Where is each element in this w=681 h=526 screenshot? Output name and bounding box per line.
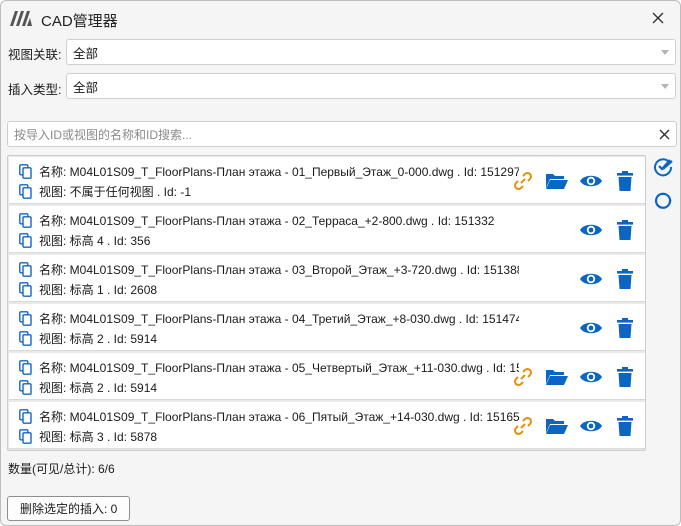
item-view: 视图: 标高 2 . Id: 5914 xyxy=(39,331,158,346)
copy-icon[interactable] xyxy=(19,183,32,199)
clear-search-icon[interactable] xyxy=(657,127,672,142)
eye-icon[interactable] xyxy=(579,415,602,437)
visible-total-count: 数量(可见/总计): 6/6 xyxy=(8,462,115,476)
cad-manager-window: CAD管理器 视图关联: 全部 插入类型: 全部 名称: M04L01S09_T… xyxy=(0,0,681,526)
trash-icon[interactable] xyxy=(615,415,637,437)
item-name: 名称: M04L01S09_T_FloorPlans-План этажа - … xyxy=(39,409,519,424)
item-name-line: 名称: M04L01S09_T_FloorPlans-План этажа - … xyxy=(19,163,519,179)
insert-type-select[interactable]: 全部 xyxy=(66,73,676,99)
item-view: 视图: 标高 1 . Id: 2608 xyxy=(39,282,158,297)
eye-icon[interactable] xyxy=(579,268,602,290)
link-icon[interactable] xyxy=(512,170,534,192)
item-name-line: 名称: M04L01S09_T_FloorPlans-План этажа - … xyxy=(19,212,494,228)
insert-type-value: 全部 xyxy=(73,80,99,95)
title-bar: CAD管理器 xyxy=(1,1,680,35)
copy-icon[interactable] xyxy=(19,359,32,375)
app-logo-icon xyxy=(10,11,32,26)
item-view: 视图: 标高 3 . Id: 5878 xyxy=(39,429,158,444)
insert-type-label: 插入类型: xyxy=(8,83,62,97)
eye-icon[interactable] xyxy=(579,170,602,192)
view-relation-value: 全部 xyxy=(73,46,99,61)
item-view: 视图: 不属于任何视图 . Id: -1 xyxy=(39,184,192,199)
item-name: 名称: M04L01S09_T_FloorPlans-План этажа - … xyxy=(39,360,519,375)
list-item[interactable]: 名称: M04L01S09_T_FloorPlans-План этажа - … xyxy=(9,304,645,351)
refresh-icon[interactable] xyxy=(653,191,673,211)
trash-icon[interactable] xyxy=(615,268,637,290)
open-folder-icon[interactable] xyxy=(545,415,568,437)
view-relation-label: 视图关联: xyxy=(8,48,62,62)
copy-icon[interactable] xyxy=(19,212,32,228)
chevron-down-icon xyxy=(661,50,669,55)
list-item[interactable]: 名称: M04L01S09_T_FloorPlans-План этажа - … xyxy=(9,255,645,302)
copy-icon[interactable] xyxy=(19,281,32,297)
item-name: 名称: M04L01S09_T_FloorPlans-План этажа - … xyxy=(39,311,519,326)
copy-icon[interactable] xyxy=(19,261,32,277)
link-icon[interactable] xyxy=(512,415,534,437)
item-name-line: 名称: M04L01S09_T_FloorPlans-План этажа - … xyxy=(19,408,519,424)
item-view: 视图: 标高 4 . Id: 356 xyxy=(39,233,151,248)
item-view-line: 视图: 标高 2 . Id: 5914 xyxy=(19,330,157,346)
search-input[interactable] xyxy=(14,126,654,143)
item-name-line: 名称: M04L01S09_T_FloorPlans-План этажа - … xyxy=(19,261,519,277)
list-item[interactable]: 名称: M04L01S09_T_FloorPlans-План этажа - … xyxy=(9,157,645,204)
copy-icon[interactable] xyxy=(19,408,32,424)
item-name: 名称: M04L01S09_T_FloorPlans-План этажа - … xyxy=(39,164,519,179)
item-view-line: 视图: 标高 4 . Id: 356 xyxy=(19,232,150,248)
item-view-line: 视图: 标高 2 . Id: 5914 xyxy=(19,379,157,395)
trash-icon[interactable] xyxy=(615,219,637,241)
copy-icon[interactable] xyxy=(19,379,32,395)
eye-icon[interactable] xyxy=(579,317,602,339)
trash-icon[interactable] xyxy=(615,317,637,339)
item-view-line: 视图: 标高 1 . Id: 2608 xyxy=(19,281,157,297)
copy-icon[interactable] xyxy=(19,232,32,248)
item-name-line: 名称: M04L01S09_T_FloorPlans-План этажа - … xyxy=(19,359,519,375)
copy-icon[interactable] xyxy=(19,330,32,346)
window-title: CAD管理器 xyxy=(41,13,118,30)
item-name-line: 名称: M04L01S09_T_FloorPlans-План этажа - … xyxy=(19,310,519,326)
list-item[interactable]: 名称: M04L01S09_T_FloorPlans-План этажа - … xyxy=(9,402,645,449)
item-name: 名称: M04L01S09_T_FloorPlans-План этажа - … xyxy=(39,262,519,277)
copy-icon[interactable] xyxy=(19,163,32,179)
open-folder-icon[interactable] xyxy=(545,366,568,388)
eye-icon[interactable] xyxy=(579,366,602,388)
check-all-icon[interactable] xyxy=(653,157,673,177)
list-item[interactable]: 名称: M04L01S09_T_FloorPlans-План этажа - … xyxy=(9,353,645,400)
trash-icon[interactable] xyxy=(615,366,637,388)
insert-list[interactable]: 名称: M04L01S09_T_FloorPlans-План этажа - … xyxy=(7,155,646,451)
chevron-down-icon xyxy=(661,84,669,89)
item-view-line: 视图: 标高 3 . Id: 5878 xyxy=(19,428,157,444)
item-name: 名称: M04L01S09_T_FloorPlans-План этажа - … xyxy=(39,213,495,228)
open-folder-icon[interactable] xyxy=(545,170,568,192)
item-view: 视图: 标高 2 . Id: 5914 xyxy=(39,380,158,395)
view-relation-select[interactable]: 全部 xyxy=(66,39,676,65)
link-icon[interactable] xyxy=(512,366,534,388)
search-box xyxy=(7,121,677,147)
trash-icon[interactable] xyxy=(615,170,637,192)
close-icon[interactable] xyxy=(650,10,666,26)
eye-icon[interactable] xyxy=(579,219,602,241)
delete-selected-button[interactable]: 删除选定的插入: 0 xyxy=(7,496,131,521)
item-view-line: 视图: 不属于任何视图 . Id: -1 xyxy=(19,183,191,199)
copy-icon[interactable] xyxy=(19,310,32,326)
list-item[interactable]: 名称: M04L01S09_T_FloorPlans-План этажа - … xyxy=(9,206,645,253)
copy-icon[interactable] xyxy=(19,428,32,444)
